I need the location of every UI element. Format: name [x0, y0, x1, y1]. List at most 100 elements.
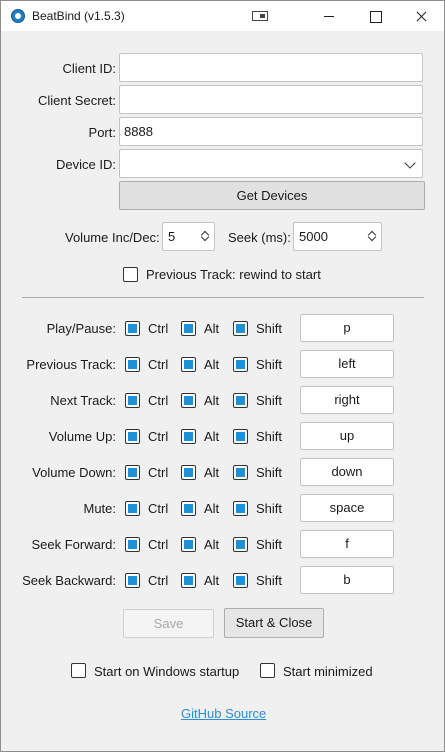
prev-rewind-checkbox[interactable]: [123, 267, 138, 282]
alt-label: Alt: [204, 573, 220, 588]
shift-checkbox[interactable]: [233, 537, 248, 552]
ctrl-label: Ctrl: [148, 429, 169, 444]
shift-label: Shift: [256, 465, 283, 480]
alt-checkbox[interactable]: [181, 573, 196, 588]
github-source-link[interactable]: GitHub Source: [181, 706, 266, 721]
hotkey-key-input[interactable]: b: [300, 566, 394, 594]
hotkey-key-input[interactable]: f: [300, 530, 394, 558]
chevron-down-icon: [404, 157, 416, 169]
alt-checkbox[interactable]: [181, 501, 196, 516]
ctrl-label: Ctrl: [148, 573, 169, 588]
hotkey-key-input[interactable]: down: [300, 458, 394, 486]
shift-label: Shift: [256, 321, 283, 336]
client-id-input[interactable]: [119, 53, 423, 82]
volume-value: 5: [168, 229, 176, 244]
volume-stepper[interactable]: 5: [162, 222, 215, 251]
alt-checkbox[interactable]: [181, 321, 196, 336]
maximize-button[interactable]: [352, 1, 398, 31]
alt-label: Alt: [204, 537, 220, 552]
seek-label: Seek (ms):: [228, 230, 291, 245]
shift-checkbox[interactable]: [233, 321, 248, 336]
title-bar: BeatBind (v1.5.3): [1, 1, 444, 31]
shift-label: Shift: [256, 393, 283, 408]
seek-value: 5000: [299, 229, 328, 244]
section-divider: [22, 297, 424, 298]
ctrl-checkbox[interactable]: [125, 501, 140, 516]
ctrl-label: Ctrl: [148, 321, 169, 336]
hotkey-label: Play/Pause:: [46, 321, 116, 336]
shift-checkbox[interactable]: [233, 465, 248, 480]
alt-checkbox[interactable]: [181, 429, 196, 444]
ctrl-label: Ctrl: [148, 501, 169, 516]
prev-rewind-label: Previous Track: rewind to start: [146, 267, 321, 282]
ctrl-checkbox[interactable]: [125, 573, 140, 588]
shift-label: Shift: [256, 501, 283, 516]
hotkey-label: Next Track:: [50, 393, 116, 408]
alt-label: Alt: [204, 393, 220, 408]
spin-arrows-icon[interactable]: [368, 230, 376, 242]
port-input[interactable]: 8888: [119, 117, 423, 146]
alt-checkbox[interactable]: [181, 393, 196, 408]
ctrl-label: Ctrl: [148, 357, 169, 372]
app-icon: [11, 9, 25, 23]
alt-checkbox[interactable]: [181, 537, 196, 552]
shift-label: Shift: [256, 357, 283, 372]
hotkey-label: Previous Track:: [26, 357, 116, 372]
alt-label: Alt: [204, 501, 220, 516]
spin-arrows-icon[interactable]: [201, 230, 209, 242]
hotkey-key-input[interactable]: right: [300, 386, 394, 414]
app-window: BeatBind (v1.5.3) Client ID: Client Secr…: [0, 0, 445, 752]
alt-label: Alt: [204, 465, 220, 480]
hotkey-label: Seek Backward:: [22, 573, 116, 588]
startup-checkbox[interactable]: [71, 663, 86, 678]
close-button[interactable]: [398, 1, 444, 31]
hotkey-key-input[interactable]: up: [300, 422, 394, 450]
start-minimized-checkbox[interactable]: [260, 663, 275, 678]
alt-checkbox[interactable]: [181, 357, 196, 372]
ctrl-checkbox[interactable]: [125, 429, 140, 444]
hotkey-label: Mute:: [83, 501, 116, 516]
ctrl-checkbox[interactable]: [125, 357, 140, 372]
hotkey-key-input[interactable]: space: [300, 494, 394, 522]
shift-label: Shift: [256, 537, 283, 552]
alt-label: Alt: [204, 429, 220, 444]
hotkey-label: Volume Down:: [32, 465, 116, 480]
ctrl-checkbox[interactable]: [125, 321, 140, 336]
startup-label: Start on Windows startup: [94, 664, 240, 679]
window-title: BeatBind (v1.5.3): [32, 9, 125, 23]
compact-view-icon[interactable]: [252, 11, 268, 21]
save-button[interactable]: Save: [123, 609, 214, 638]
alt-checkbox[interactable]: [181, 465, 196, 480]
shift-label: Shift: [256, 573, 283, 588]
alt-label: Alt: [204, 357, 220, 372]
shift-checkbox[interactable]: [233, 573, 248, 588]
device-id-select[interactable]: [119, 149, 423, 178]
shift-checkbox[interactable]: [233, 393, 248, 408]
alt-label: Alt: [204, 321, 220, 336]
device-id-label: Device ID:: [56, 157, 116, 172]
ctrl-checkbox[interactable]: [125, 393, 140, 408]
shift-checkbox[interactable]: [233, 429, 248, 444]
client-secret-label: Client Secret:: [37, 93, 116, 108]
shift-checkbox[interactable]: [233, 501, 248, 516]
seek-stepper[interactable]: 5000: [293, 222, 382, 251]
shift-checkbox[interactable]: [233, 357, 248, 372]
ctrl-checkbox[interactable]: [125, 537, 140, 552]
client-id-label: Client ID:: [62, 61, 116, 76]
ctrl-label: Ctrl: [148, 537, 169, 552]
start-minimized-label: Start minimized: [283, 664, 373, 679]
get-devices-button[interactable]: Get Devices: [119, 181, 425, 210]
start-close-button[interactable]: Start & Close: [224, 608, 324, 638]
ctrl-label: Ctrl: [148, 465, 169, 480]
hotkey-key-input[interactable]: p: [300, 314, 394, 342]
hotkey-key-input[interactable]: left: [300, 350, 394, 378]
port-label: Port:: [88, 125, 116, 140]
minimize-button[interactable]: [306, 1, 352, 31]
hotkey-label: Volume Up:: [48, 429, 116, 444]
hotkey-label: Seek Forward:: [31, 537, 116, 552]
volume-label: Volume Inc/Dec:: [65, 230, 160, 245]
ctrl-checkbox[interactable]: [125, 465, 140, 480]
shift-label: Shift: [256, 429, 283, 444]
client-secret-input[interactable]: [119, 85, 423, 114]
ctrl-label: Ctrl: [148, 393, 169, 408]
